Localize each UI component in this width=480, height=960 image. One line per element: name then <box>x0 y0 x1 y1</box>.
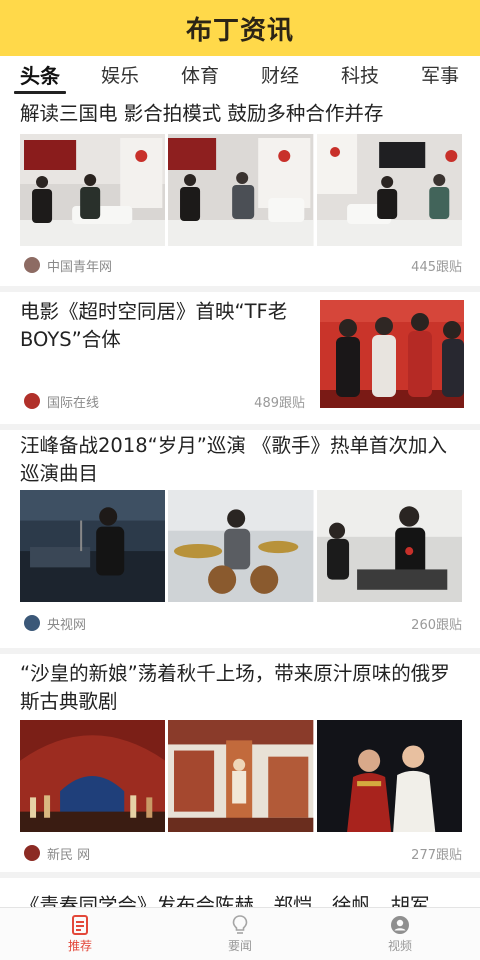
rehearsal-photo <box>168 490 314 602</box>
article-image-row <box>20 720 462 832</box>
article-meta: 央视网 260跟贴 <box>24 612 462 634</box>
source-name: 中国青年网 <box>47 259 113 275</box>
tab-technology[interactable]: 科技 <box>320 56 400 94</box>
nav-label: 推荐 <box>67 938 92 953</box>
comment-count: 445跟贴 <box>411 259 462 275</box>
source-logo-icon <box>24 393 40 409</box>
press-conference-photo <box>316 134 462 246</box>
tab-headlines[interactable]: 头条 <box>0 56 80 94</box>
press-conference-photo <box>20 134 166 246</box>
rehearsal-photo <box>316 490 462 602</box>
article-title: 《青春同学会》发布会陈赫、郑恺、徐帆、胡军 <box>20 894 430 908</box>
article-title: “沙皇的新娘”荡着秋千上场，带来原汁原味的俄罗斯古典歌剧 <box>20 662 450 713</box>
source-logo-icon <box>24 257 40 273</box>
article-meta: 中国青年网 445跟贴 <box>24 254 462 276</box>
source-name: 新民 网 <box>47 847 91 863</box>
user-circle-icon <box>391 915 409 934</box>
article-meta: 国际在线 489跟贴 <box>24 390 305 412</box>
nav-headlines[interactable]: 要闻 <box>160 908 320 960</box>
comment-count: 489跟贴 <box>254 395 305 411</box>
lightbulb-icon <box>232 914 248 934</box>
bottom-navigation: 推荐 要闻 视频 <box>0 907 480 960</box>
tab-sports[interactable]: 体育 <box>160 56 240 94</box>
news-article[interactable]: “沙皇的新娘”荡着秋千上场，带来原汁原味的俄罗斯古典歌剧 新民 网 277跟贴 <box>0 654 480 872</box>
nav-video[interactable]: 视频 <box>320 908 480 960</box>
comment-count: 277跟贴 <box>411 847 462 863</box>
tab-finance[interactable]: 财经 <box>240 56 320 94</box>
article-title: 解读三国电 影合拍模式 鼓励多种合作并存 <box>20 102 384 125</box>
news-article[interactable]: 《青春同学会》发布会陈赫、郑恺、徐帆、胡军 <box>0 878 480 908</box>
source-name: 国际在线 <box>47 395 100 411</box>
document-icon <box>72 914 88 935</box>
article-title: 电影《超时空同居》首映“TF老BOYS”合体 <box>20 300 288 351</box>
article-title: 汪峰备战2018“岁月”巡演 《歌手》热单首次加入巡演曲目 <box>20 434 448 485</box>
article-meta: 新民 网 277跟贴 <box>24 842 462 864</box>
app-title: 布丁资讯 <box>185 15 294 46</box>
nav-label: 视频 <box>387 938 412 953</box>
nav-recommend[interactable]: 推荐 <box>0 908 160 960</box>
news-article[interactable]: 解读三国电 影合拍模式 鼓励多种合作并存 中国青年网 445跟贴 <box>0 94 480 284</box>
article-image-row <box>20 490 462 602</box>
nav-label: 要闻 <box>227 938 252 953</box>
article-image-row <box>20 134 462 246</box>
opera-stage-photo <box>20 720 166 832</box>
news-article[interactable]: 电影《超时空同居》首映“TF老BOYS”合体 国际在线 489跟贴 <box>0 292 480 422</box>
app-header: 布丁资讯 <box>0 0 480 56</box>
source-name: 央视网 <box>47 617 87 633</box>
movie-premiere-photo <box>320 300 464 408</box>
comment-count: 260跟贴 <box>411 617 462 633</box>
source-logo-icon <box>24 845 40 861</box>
tab-military[interactable]: 军事 <box>400 56 480 94</box>
opera-stage-photo <box>316 720 462 832</box>
source-logo-icon <box>24 615 40 631</box>
tab-entertainment[interactable]: 娱乐 <box>80 56 160 94</box>
category-tabs: 头条 娱乐 体育 财经 科技 军事 <box>0 56 480 95</box>
press-conference-photo <box>168 134 314 246</box>
rehearsal-photo <box>20 490 166 602</box>
news-article[interactable]: 汪峰备战2018“岁月”巡演 《歌手》热单首次加入巡演曲目 央视网 260跟贴 <box>0 430 480 648</box>
opera-stage-photo <box>168 720 314 832</box>
